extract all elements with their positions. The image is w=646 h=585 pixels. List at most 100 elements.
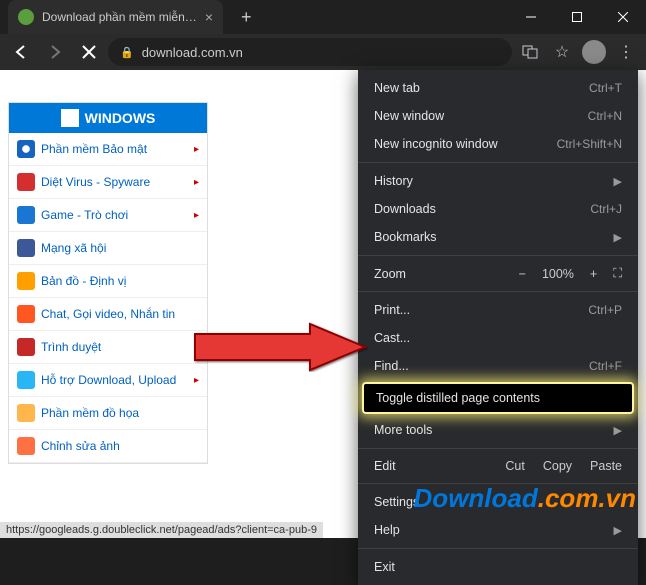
menu-new-tab[interactable]: New tabCtrl+T <box>358 74 638 102</box>
shortcut-label: Ctrl+F <box>589 359 622 373</box>
close-window-button[interactable] <box>600 0 646 34</box>
chevron-right-icon: ▸ <box>194 144 199 155</box>
sidebar-item-chat[interactable]: Chat, Gọi video, Nhắn tin <box>9 298 207 331</box>
sidebar-header-label: WINDOWS <box>85 110 156 126</box>
menu-label: Toggle distilled page contents <box>376 391 540 405</box>
address-bar[interactable]: 🔒 download.com.vn <box>108 38 512 66</box>
sidebar-item-label: Phần mềm Bảo mật <box>41 142 147 156</box>
close-tab-icon[interactable]: × <box>205 9 213 25</box>
sidebar-header: WINDOWS <box>9 103 207 133</box>
back-button[interactable] <box>6 37 36 67</box>
paste-button[interactable]: Paste <box>590 459 622 473</box>
lock-icon: 🔒 <box>120 46 134 59</box>
photo-edit-icon <box>17 437 35 455</box>
graphics-icon <box>17 404 35 422</box>
sidebar-item-label: Chỉnh sửa ảnh <box>41 439 120 453</box>
sidebar-item-label: Chat, Gọi video, Nhắn tin <box>41 307 175 321</box>
shortcut-label: Ctrl+P <box>588 303 622 317</box>
chevron-right-icon: ▶ <box>614 524 622 537</box>
menu-new-window[interactable]: New window Ctrl+N <box>358 102 638 130</box>
shortcut-label: Ctrl+J <box>590 202 622 216</box>
menu-more-tools[interactable]: More tools▶ <box>358 416 638 444</box>
menu-cast[interactable]: Cast... <box>358 324 638 352</box>
game-icon <box>17 206 35 224</box>
shortcut-label: Ctrl+Shift+N <box>557 137 622 151</box>
sidebar-item-download[interactable]: Hỗ trợ Download, Upload▸ <box>9 364 207 397</box>
menu-label: Print... <box>374 303 410 317</box>
zoom-in-button[interactable]: + <box>590 267 597 281</box>
menu-zoom: Zoom − 100% + ⛶ <box>358 260 638 287</box>
sidebar-item-antivirus[interactable]: Diệt Virus - Spyware ▸ <box>9 166 207 199</box>
chat-icon <box>17 305 35 323</box>
menu-history[interactable]: History▶ <box>358 167 638 195</box>
browser-tab[interactable]: Download phần mềm miễn phí c × <box>8 0 223 34</box>
menu-label: New window <box>374 109 444 123</box>
shortcut-label: Ctrl+N <box>588 109 622 123</box>
menu-label: Downloads <box>374 202 436 216</box>
menu-separator <box>358 291 638 292</box>
watermark-part2: .com.vn <box>538 483 636 513</box>
sidebar-item-label: Mạng xã hội <box>41 241 106 255</box>
menu-separator <box>358 448 638 449</box>
menu-label: Cast... <box>374 331 410 345</box>
social-icon <box>17 239 35 257</box>
sidebar-item-maps[interactable]: Bản đồ - Định vị <box>9 265 207 298</box>
menu-label: Settings <box>374 495 419 509</box>
browser-toolbar: 🔒 download.com.vn ☆ ⋮ <box>0 34 646 70</box>
sidebar-item-graphics[interactable]: Phần mềm đồ họa <box>9 397 207 430</box>
menu-separator <box>358 548 638 549</box>
menu-bookmarks[interactable]: Bookmarks▶ <box>358 223 638 251</box>
zoom-out-button[interactable]: − <box>519 267 526 281</box>
sidebar-item-security[interactable]: Phần mềm Bảo mật ▸ <box>9 133 207 166</box>
menu-separator <box>358 162 638 163</box>
minimize-button[interactable] <box>508 0 554 34</box>
profile-avatar[interactable] <box>580 38 608 66</box>
tab-title: Download phần mềm miễn phí c <box>42 10 197 24</box>
menu-downloads[interactable]: Downloads Ctrl+J <box>358 195 638 223</box>
bookmark-star-icon[interactable]: ☆ <box>548 38 576 66</box>
menu-exit[interactable]: Exit <box>358 553 638 581</box>
new-tab-button[interactable]: + <box>241 7 252 28</box>
map-icon <box>17 272 35 290</box>
sidebar-item-label: Diệt Virus - Spyware <box>41 175 150 189</box>
menu-print[interactable]: Print... Ctrl+P <box>358 296 638 324</box>
sidebar-item-social[interactable]: Mạng xã hội <box>9 232 207 265</box>
chevron-right-icon: ▸ <box>194 210 199 221</box>
sidebar: WINDOWS Phần mềm Bảo mật ▸ Diệt Virus - S… <box>8 102 208 464</box>
menu-edit-row: EditCutCopyPaste <box>358 453 638 479</box>
menu-find[interactable]: Find...Ctrl+F <box>358 352 638 380</box>
windows-logo-icon <box>61 109 79 127</box>
chevron-right-icon: ▸ <box>194 177 199 188</box>
zoom-level: 100% <box>542 267 574 281</box>
sidebar-item-label: Phần mềm đồ họa <box>41 406 139 420</box>
menu-label: Exit <box>374 560 395 574</box>
menu-incognito[interactable]: New incognito window Ctrl+Shift+N <box>358 130 638 158</box>
sidebar-item-browser[interactable]: Trình duyệt <box>9 331 207 364</box>
menu-label: Zoom <box>374 267 406 281</box>
forward-button[interactable] <box>40 37 70 67</box>
menu-label: Help <box>374 523 400 537</box>
sidebar-item-label: Hỗ trợ Download, Upload <box>41 373 176 387</box>
watermark: Download.com.vn <box>414 483 636 514</box>
menu-label: History <box>374 174 413 188</box>
maximize-button[interactable] <box>554 0 600 34</box>
menu-help[interactable]: Help ▶ <box>358 516 638 544</box>
menu-label: New tab <box>374 81 420 95</box>
stop-button[interactable] <box>74 37 104 67</box>
copy-button[interactable]: Copy <box>543 459 572 473</box>
antivirus-icon <box>17 173 35 191</box>
annotation-arrow <box>190 322 370 377</box>
menu-button[interactable]: ⋮ <box>612 38 640 66</box>
chevron-right-icon: ▶ <box>614 231 622 244</box>
watermark-part1: Download <box>414 483 538 513</box>
translate-icon[interactable] <box>516 38 544 66</box>
download-icon <box>17 371 35 389</box>
cut-button[interactable]: Cut <box>505 459 524 473</box>
fullscreen-icon[interactable]: ⛶ <box>613 266 622 281</box>
sidebar-item-photo[interactable]: Chỉnh sửa ảnh <box>9 430 207 463</box>
sidebar-item-label: Trình duyệt <box>41 340 101 354</box>
url-text: download.com.vn <box>142 45 243 60</box>
sidebar-item-games[interactable]: Game - Trò chơi▸ <box>9 199 207 232</box>
menu-label: New incognito window <box>374 137 498 151</box>
menu-toggle-distilled[interactable]: Toggle distilled page contents <box>362 382 634 414</box>
